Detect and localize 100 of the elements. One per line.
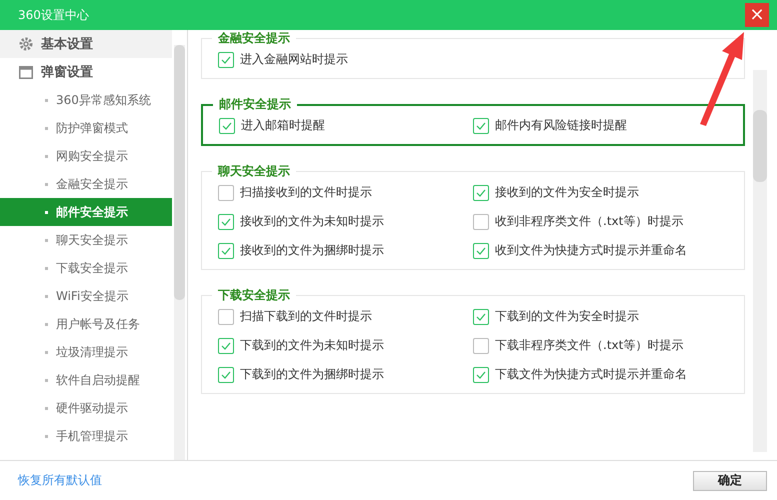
checkbox-option[interactable]: 下载非程序类文件（.txt等）时提示 [473, 337, 728, 354]
sidebar-item[interactable]: 防护弹窗模式 [0, 114, 172, 142]
item-label: 软件自启动提醒 [56, 372, 140, 388]
group-title: 金融安全提示 [217, 30, 291, 47]
option-label: 接收到的文件为安全时提示 [495, 184, 639, 201]
checkbox[interactable] [218, 308, 234, 324]
check-icon [476, 122, 486, 130]
checkbox[interactable] [473, 242, 489, 258]
checkbox-option[interactable]: 收到非程序类文件（.txt等）时提示 [473, 213, 728, 230]
check-icon [476, 246, 486, 254]
check-icon [221, 218, 231, 226]
sidebar-item[interactable]: 金融安全提示 [0, 170, 172, 198]
sidebar-item[interactable]: 手机管理提示 [0, 422, 172, 450]
sidebar-item[interactable]: 下载安全提示 [0, 254, 172, 282]
checkbox-option[interactable]: 接收到的文件为安全时提示 [473, 184, 728, 201]
checkbox-option[interactable]: 扫描接收到的文件时提示 [218, 184, 473, 201]
option-label: 下载到的文件为未知时提示 [240, 337, 384, 354]
bullet-icon [45, 350, 48, 354]
checkbox-option[interactable]: 下载到的文件为安全时提示 [473, 308, 728, 325]
window-icon [19, 66, 33, 78]
checkbox[interactable] [473, 118, 489, 134]
checkbox[interactable] [473, 214, 489, 230]
checkbox-option[interactable]: 邮件内有风险链接时提醒 [473, 117, 727, 134]
checkbox-option[interactable]: 收到文件为快捷方式时提示并重命名 [473, 242, 728, 259]
checkbox[interactable] [473, 338, 489, 354]
group-title: 邮件安全提示 [218, 96, 292, 113]
option-label: 下载到的文件为安全时提示 [495, 308, 639, 325]
item-label: 下载安全提示 [56, 260, 128, 276]
checkbox-option[interactable]: 下载到的文件为未知时提示 [218, 337, 473, 354]
checkbox-option[interactable]: 接收到的文件为未知时提示 [218, 213, 473, 230]
bullet-icon [45, 154, 48, 158]
sidebar-item[interactable]: 垃圾清理提示 [0, 338, 172, 366]
sidebar-item[interactable]: 硬件驱动提示 [0, 394, 172, 422]
scrollbar-thumb[interactable] [174, 45, 185, 300]
group-label: 弹窗设置 [41, 64, 93, 81]
check-icon [221, 56, 231, 64]
item-label: 防护弹窗模式 [56, 120, 128, 136]
item-label: 用户帐号及任务 [56, 316, 140, 332]
sidebar-item[interactable]: 网购安全提示 [0, 142, 172, 170]
bullet-icon [45, 126, 48, 130]
option-label: 进入金融网站时提示 [240, 51, 348, 68]
checkbox-option[interactable]: 扫描下载到的文件时提示 [218, 308, 473, 325]
sidebar-item[interactable]: 用户帐号及任务 [0, 310, 172, 338]
check-icon [476, 312, 486, 320]
option-label: 扫描下载到的文件时提示 [240, 308, 372, 325]
check-icon [221, 370, 231, 378]
sidebar-group[interactable]: 基本设置 [0, 30, 172, 58]
gear-icon [19, 37, 33, 51]
option-label: 接收到的文件为捆绑时提示 [240, 242, 384, 259]
check-icon [476, 370, 486, 378]
checkbox[interactable] [473, 366, 489, 382]
option-label: 邮件内有风险链接时提醒 [495, 117, 627, 134]
sidebar-item[interactable]: 聊天安全提示 [0, 226, 172, 254]
checkbox-option[interactable]: 接收到的文件为捆绑时提示 [218, 242, 473, 259]
item-label: 邮件安全提示 [56, 204, 128, 220]
sidebar-group[interactable]: 弹窗设置 [0, 58, 172, 86]
checkbox[interactable] [218, 242, 234, 258]
checkbox[interactable] [473, 308, 489, 324]
ok-button[interactable]: 确定 [693, 470, 767, 490]
checkbox[interactable] [218, 184, 234, 200]
checkbox-option[interactable]: 下载文件为快捷方式时提示并重命名 [473, 366, 728, 383]
option-label: 扫描接收到的文件时提示 [240, 184, 372, 201]
sidebar-item[interactable]: 360异常感知系统 [0, 86, 172, 114]
close-button[interactable]: × [745, 3, 769, 27]
window-title: 360设置中心 [17, 6, 89, 24]
bullet-icon [45, 322, 48, 326]
bullet-icon [45, 294, 48, 298]
checkbox[interactable] [218, 366, 234, 382]
option-label: 下载到的文件为捆绑时提示 [240, 366, 384, 383]
group-label: 基本设置 [41, 36, 93, 53]
checkbox[interactable] [219, 118, 235, 134]
checkbox-option[interactable]: 进入邮箱时提醒 [219, 117, 473, 134]
item-label: 金融安全提示 [56, 176, 128, 192]
checkbox[interactable] [218, 338, 234, 354]
check-icon [221, 246, 231, 254]
bullet-icon [45, 266, 48, 270]
checkbox[interactable] [218, 214, 234, 230]
item-label: 网购安全提示 [56, 148, 128, 164]
checkbox[interactable] [218, 52, 234, 68]
check-icon [476, 188, 486, 196]
sidebar-item[interactable]: WiFi安全提示 [0, 282, 172, 310]
checkbox-option[interactable]: 进入金融网站时提示 [218, 51, 473, 68]
option-label: 接收到的文件为未知时提示 [240, 213, 384, 230]
option-label: 进入邮箱时提醒 [241, 117, 325, 134]
group-title: 下载安全提示 [217, 287, 291, 304]
item-label: 垃圾清理提示 [56, 344, 128, 360]
bullet-icon [45, 182, 48, 186]
checkbox[interactable] [473, 184, 489, 200]
sidebar-item[interactable]: 软件自启动提醒 [0, 366, 172, 394]
bullet-icon [45, 406, 48, 410]
option-label: 下载文件为快捷方式时提示并重命名 [495, 366, 687, 383]
check-icon [222, 122, 232, 130]
option-label: 下载非程序类文件（.txt等）时提示 [495, 337, 684, 354]
item-label: 360异常感知系统 [56, 92, 151, 108]
bullet-icon [45, 434, 48, 438]
scrollbar-thumb[interactable] [753, 110, 767, 182]
sidebar-item[interactable]: 邮件安全提示 [0, 198, 172, 226]
checkbox-option[interactable]: 下载到的文件为捆绑时提示 [218, 366, 473, 383]
bullet-icon [45, 98, 48, 102]
item-label: WiFi安全提示 [56, 288, 128, 304]
